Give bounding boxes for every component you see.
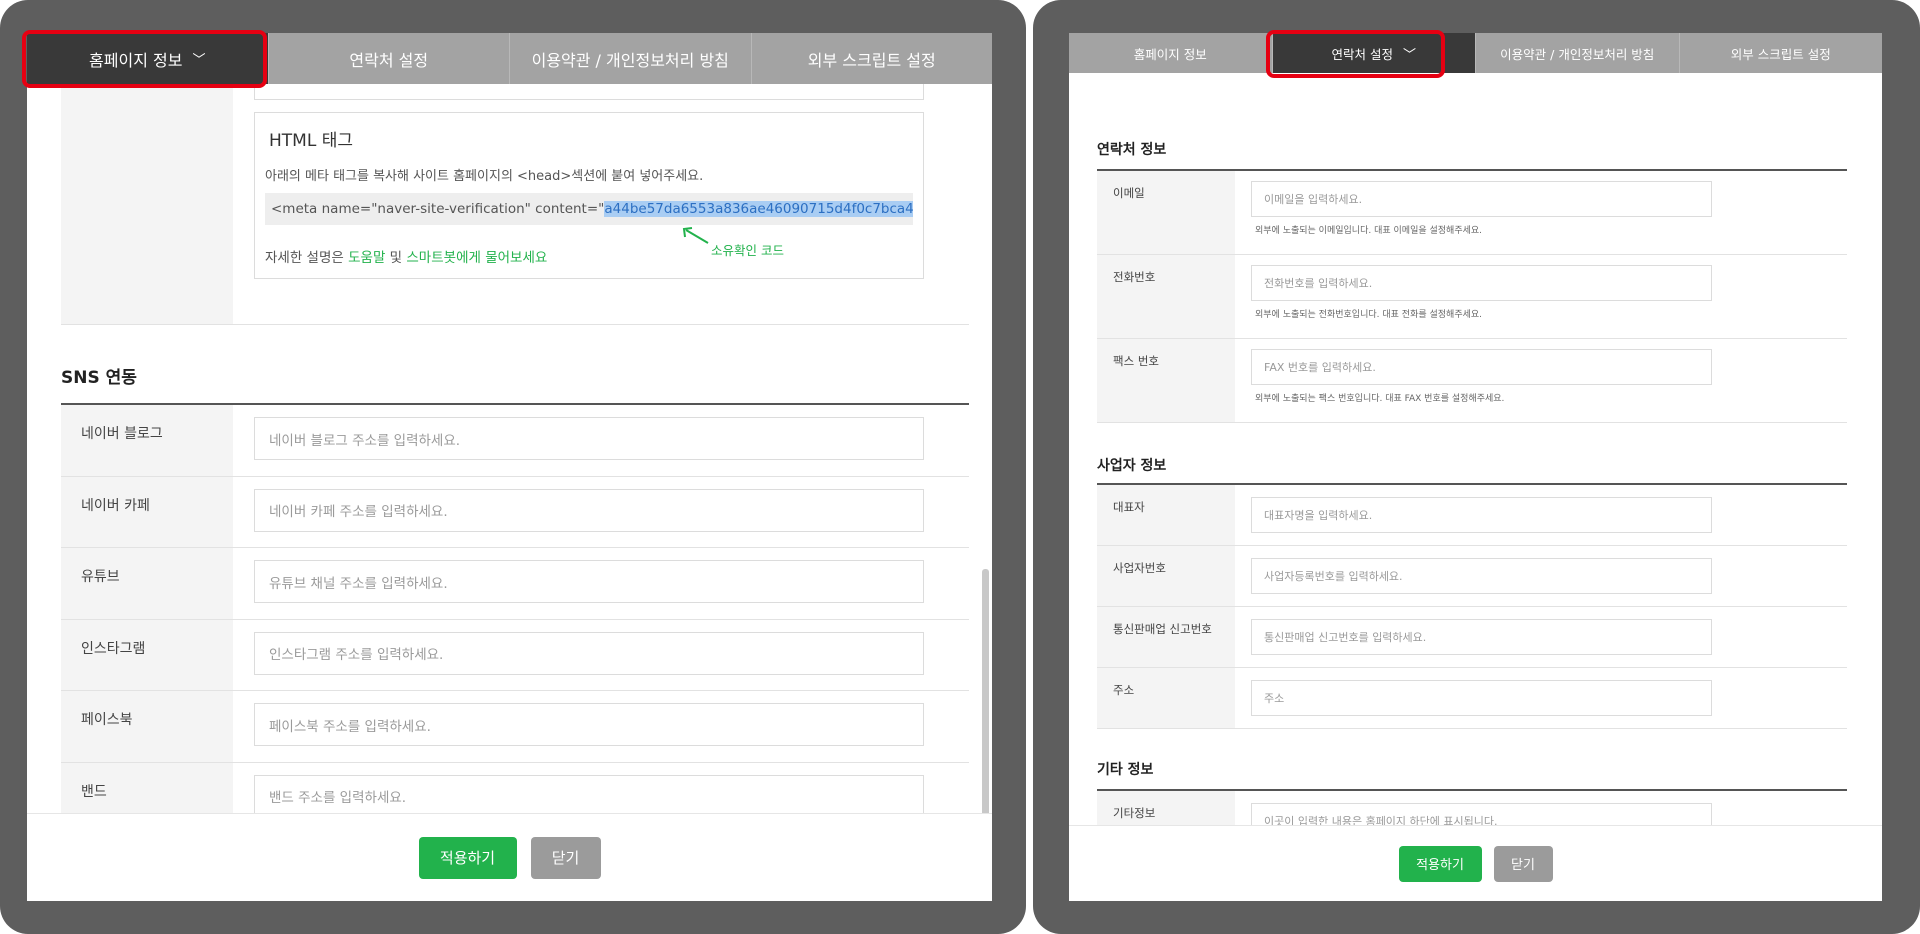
tab-label: 연락처 설정 [349, 50, 429, 70]
tab-label: 홈페이지 정보 [89, 50, 183, 70]
text-input[interactable]: 밴드 주소를 입력하세요. [254, 774, 924, 813]
tab-label: 이용약관 / 개인정보처리 방침 [1500, 46, 1655, 62]
field-label: 네이버 카페 [61, 476, 233, 547]
verification-code[interactable]: a44be57da6553a836ae46090715d4f0c7bca4811 [604, 201, 913, 217]
field-label: 통신판매업 신고번호 [1097, 607, 1235, 667]
text-input[interactable]: 전화번호를 입력하세요. [1251, 265, 1712, 301]
form-row: 사업자번호 사업자등록번호를 입력하세요. [1097, 546, 1847, 607]
form-row: 페이스북 페이스북 주소를 입력하세요. [61, 691, 969, 763]
form-row: 기타정보 이곳이 입력한 내용은 홈페이지 하단에 표시됩니다. [1097, 791, 1847, 825]
text-input[interactable]: 주소 [1251, 680, 1712, 716]
html-tag-title: HTML 태그 [269, 131, 353, 151]
form-row: 유튜브 유튜브 채널 주소를 입력하세요. [61, 548, 969, 620]
tab-contact-settings[interactable]: 연락처 설정 [269, 33, 510, 84]
contact-section-title: 연락처 정보 [1097, 142, 1167, 158]
settings-modal-left: 홈페이지 정보 ﹀ 연락처 설정 이용약관 / 개인정보처리 방침 외부 스크립… [27, 33, 992, 901]
arrow-icon [682, 227, 709, 244]
tab-contact-settings[interactable]: 연락처 설정 ﹀ [1272, 33, 1476, 73]
other-section-title: 기타 정보 [1097, 762, 1154, 778]
field-label: 대표자 [1097, 485, 1235, 545]
field-help-text: 외부에 노출되는 팩스 번호입니다. 대표 FAX 번호를 설정해주세요. [1255, 394, 1505, 404]
text-input[interactable]: 이곳이 입력한 내용은 홈페이지 하단에 표시됩니다. [1251, 803, 1712, 825]
text-input[interactable]: 이메일을 입력하세요. [1251, 181, 1712, 217]
form-row: 밴드 밴드 주소를 입력하세요. [61, 762, 969, 813]
close-button[interactable]: 닫기 [530, 836, 601, 879]
form-row: 이메일 이메일을 입력하세요. 외부에 노출되는 이메일입니다. 대표 이메일을 설… [1097, 171, 1847, 255]
text-input[interactable]: 사업자등록번호를 입력하세요. [1251, 558, 1712, 594]
form-row: 인스타그램 인스타그램 주소를 입력하세요. [61, 619, 969, 691]
tab-terms-privacy[interactable]: 이용약관 / 개인정보처리 방침 [510, 33, 752, 84]
field-label: 인스타그램 [61, 619, 233, 690]
scrollbar-thumb[interactable] [982, 569, 989, 813]
form-row: 네이버 블로그 네이버 블로그 주소를 입력하세요. [61, 405, 969, 477]
field-label: 밴드 [61, 762, 233, 813]
modal-footer: 적용하기 닫기 [1069, 825, 1882, 901]
field-label: 전화번호 [1097, 255, 1235, 338]
tab-external-script[interactable]: 외부 스크립트 설정 [752, 33, 993, 84]
field-label: 이메일 [1097, 171, 1235, 254]
site-verification-row: HTML 태그 아래의 메타 태그를 복사해 사이트 홈페이지의 <head>섹… [61, 84, 969, 325]
left-screenshot-panel: 홈페이지 정보 ﹀ 연락처 설정 이용약관 / 개인정보처리 방침 외부 스크립… [0, 0, 1026, 934]
html-tag-description: 아래의 메타 태그를 복사해 사이트 홈페이지의 <head>섹션에 붙여 넣어… [265, 169, 704, 184]
modal-scroll-area[interactable]: HTML 태그 아래의 메타 태그를 복사해 사이트 홈페이지의 <head>섹… [27, 84, 992, 813]
field-label: 네이버 블로그 [61, 405, 233, 476]
tab-label: 외부 스크립트 설정 [807, 50, 936, 70]
prev-meta-box [254, 84, 924, 100]
right-screenshot-panel: 홈페이지 정보 연락처 설정 ﹀ 이용약관 / 개인정보처리 방침 외부 스크립… [1033, 0, 1920, 934]
form-row: 전화번호 전화번호를 입력하세요. 외부에 노출되는 전화번호입니다. 대표 전화를… [1097, 255, 1847, 339]
apply-button[interactable]: 적용하기 [1398, 845, 1482, 882]
text-input[interactable]: 통신판매업 신고번호를 입력하세요. [1251, 619, 1712, 655]
business-section-title: 사업자 정보 [1097, 458, 1167, 474]
modal-footer: 적용하기 닫기 [27, 813, 992, 901]
tab-label: 연락처 설정 [1331, 46, 1393, 62]
field-label: 기타정보 [1097, 791, 1235, 825]
text-input[interactable]: 유튜브 채널 주소를 입력하세요. [254, 560, 924, 603]
text-input[interactable]: FAX 번호를 입력하세요. [1251, 349, 1712, 385]
html-tag-box: HTML 태그 아래의 메타 태그를 복사해 사이트 홈페이지의 <head>섹… [254, 112, 924, 279]
field-label: 유튜브 [61, 548, 233, 619]
form-row: 네이버 카페 네이버 카페 주소를 입력하세요. [61, 476, 969, 548]
ownership-code-annotation: 소유확인 코드 [711, 243, 784, 258]
tab-external-script[interactable]: 외부 스크립트 설정 [1680, 33, 1883, 73]
chevron-down-icon: ﹀ [1402, 47, 1416, 63]
modal-scroll-area[interactable]: 연락처 정보 이메일 이메일을 입력하세요. 외부에 노출되는 이메일입니다. 대표… [1069, 73, 1882, 825]
text-input[interactable]: 인스타그램 주소를 입력하세요. [254, 631, 924, 675]
row-label-cell [61, 84, 233, 324]
tab-label: 외부 스크립트 설정 [1730, 46, 1831, 62]
tab-homepage-info[interactable]: 홈페이지 정보 ﹀ [27, 33, 269, 84]
text-input[interactable]: 대표자명을 입력하세요. [1251, 497, 1712, 533]
help-text: 자세한 설명은 도움말 및 스마트봇에게 물어보세요 [265, 246, 547, 266]
tab-label: 홈페이지 정보 [1133, 46, 1207, 62]
tab-label: 이용약관 / 개인정보처리 방침 [531, 50, 729, 70]
code-prefix: <meta name="naver-site-verification" con… [271, 201, 605, 217]
field-help-text: 외부에 노출되는 전화번호입니다. 대표 전화를 설정해주세요. [1255, 310, 1483, 320]
meta-tag-code[interactable]: <meta name="naver-site-verification" con… [265, 193, 913, 225]
help-link[interactable]: 도움말 [348, 250, 385, 266]
field-label: 팩스 번호 [1097, 339, 1235, 422]
field-help-text: 외부에 노출되는 이메일입니다. 대표 이메일을 설정해주세요. [1255, 226, 1483, 236]
field-label: 사업자번호 [1097, 546, 1235, 606]
settings-tab-bar: 홈페이지 정보 연락처 설정 ﹀ 이용약관 / 개인정보처리 방침 외부 스크립… [1069, 33, 1882, 73]
field-label: 주소 [1097, 668, 1235, 728]
settings-modal-right: 홈페이지 정보 연락처 설정 ﹀ 이용약관 / 개인정보처리 방침 외부 스크립… [1069, 33, 1882, 901]
form-row: 통신판매업 신고번호 통신판매업 신고번호를 입력하세요. [1097, 607, 1847, 668]
field-label: 페이스북 [61, 691, 233, 762]
settings-tab-bar: 홈페이지 정보 ﹀ 연락처 설정 이용약관 / 개인정보처리 방침 외부 스크립… [27, 33, 992, 84]
smartbot-link[interactable]: 스마트봇에게 물어보세요 [406, 250, 547, 266]
help-prefix: 자세한 설명은 [265, 250, 349, 266]
form-row: 대표자 대표자명을 입력하세요. [1097, 485, 1847, 546]
help-mid: 및 [385, 250, 407, 266]
tab-terms-privacy[interactable]: 이용약관 / 개인정보처리 방침 [1476, 33, 1680, 73]
form-row: 주소 주소 [1097, 668, 1847, 729]
sns-section-title: SNS 연동 [61, 368, 137, 388]
form-row: 팩스 번호 FAX 번호를 입력하세요. 외부에 노출되는 팩스 번호입니다. 대표… [1097, 339, 1847, 423]
tab-homepage-info[interactable]: 홈페이지 정보 [1069, 33, 1273, 73]
text-input[interactable]: 네이버 블로그 주소를 입력하세요. [254, 417, 924, 460]
close-button[interactable]: 닫기 [1493, 845, 1553, 882]
apply-button[interactable]: 적용하기 [418, 836, 517, 879]
chevron-down-icon: ﹀ [192, 53, 206, 68]
text-input[interactable]: 네이버 카페 주소를 입력하세요. [254, 488, 924, 532]
text-input[interactable]: 페이스북 주소를 입력하세요. [254, 703, 924, 746]
